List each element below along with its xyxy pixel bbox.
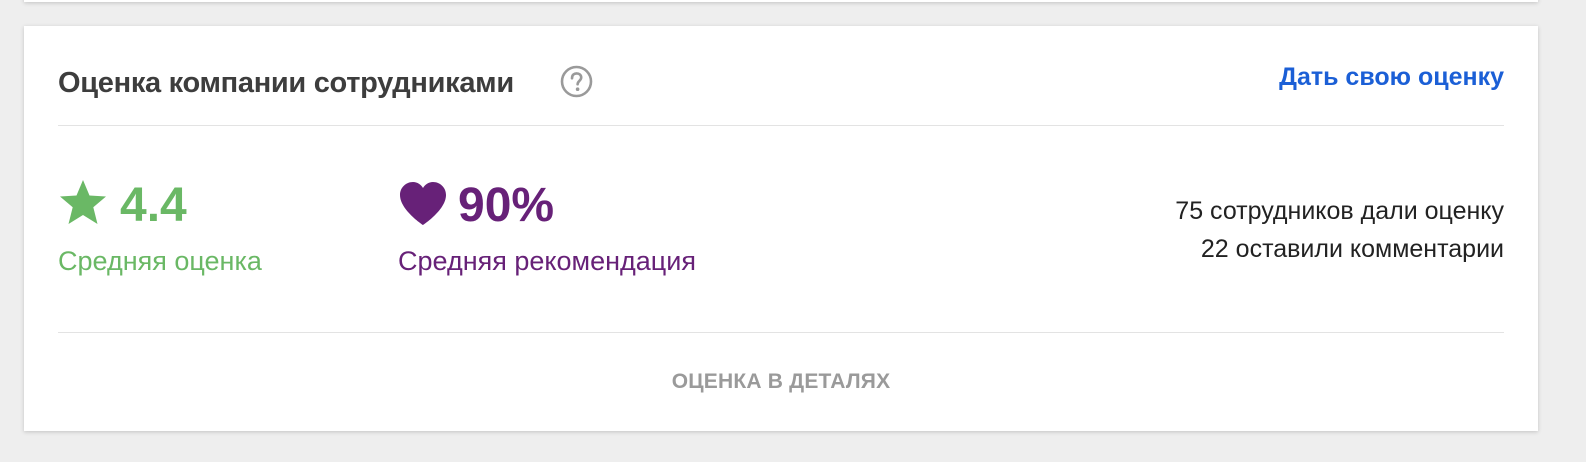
average-recommendation-value: 90% bbox=[458, 179, 555, 232]
rated-count: 75 сотрудников дали оценку bbox=[1175, 197, 1504, 225]
heart-icon bbox=[400, 182, 446, 225]
employee-rating-card: Оценка компании сотрудниками Дать свою о… bbox=[24, 26, 1538, 431]
commented-count: 22 оставили комментарии bbox=[1200, 235, 1504, 263]
rating-details-link[interactable]: ОЦЕНКА В ДЕТАЛЯХ bbox=[24, 368, 1538, 396]
star-icon bbox=[60, 180, 106, 224]
question-circle-icon[interactable] bbox=[560, 65, 593, 98]
average-rating-value: 4.4 bbox=[120, 179, 187, 232]
rate-company-link[interactable]: Дать свою оценку bbox=[1279, 61, 1504, 93]
average-recommendation-label: Средняя рекомендация bbox=[398, 246, 696, 276]
divider bbox=[58, 332, 1504, 333]
card-title: Оценка компании сотрудниками bbox=[58, 67, 514, 99]
average-rating-label: Средняя оценка bbox=[58, 246, 262, 276]
previous-card-edge bbox=[24, 0, 1538, 2]
rating-counts: 75 сотрудников дали оценку 22 оставили к… bbox=[1175, 192, 1504, 268]
card-header: Оценка компании сотрудниками Дать свою о… bbox=[58, 26, 1504, 126]
